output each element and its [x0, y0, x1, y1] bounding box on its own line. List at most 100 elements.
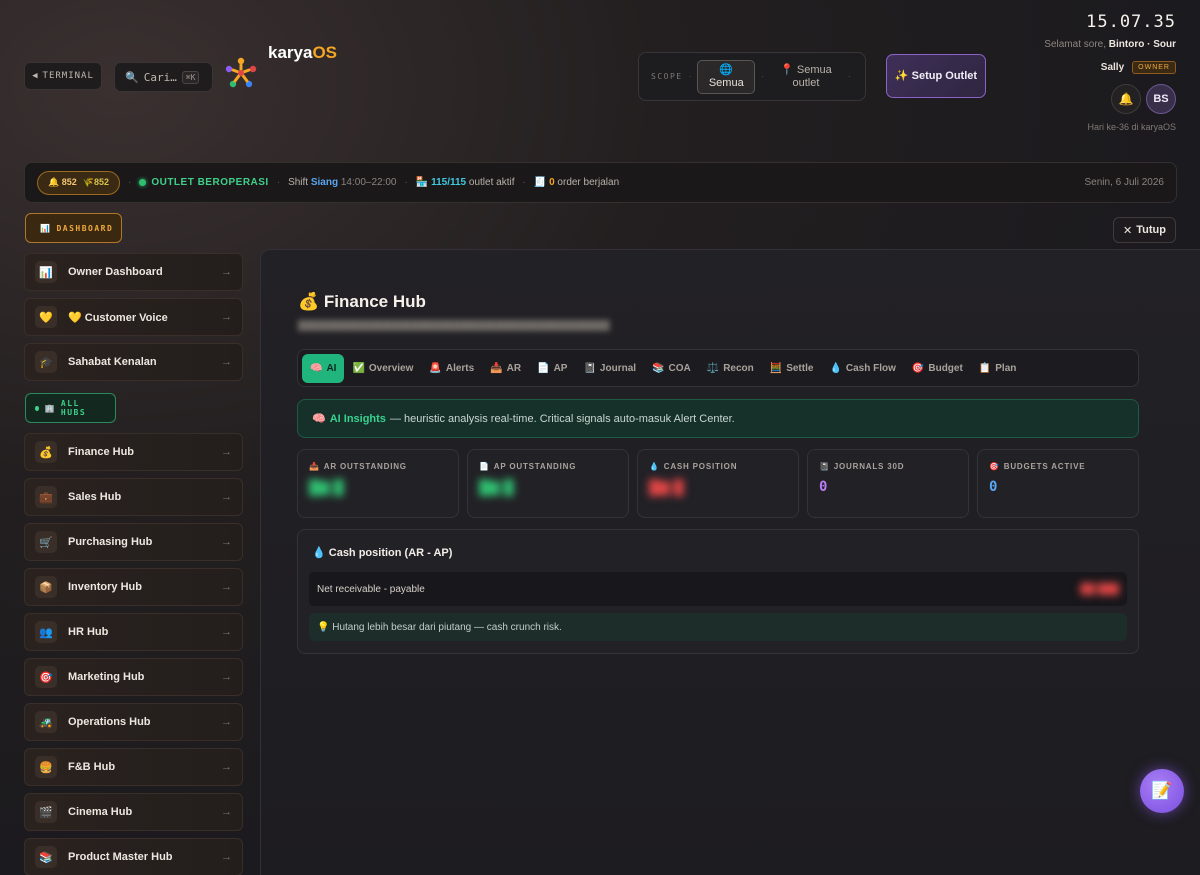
document-icon: 📄	[537, 362, 550, 374]
sidebar-item-label: Purchasing Hub	[68, 536, 153, 548]
pin-icon: 📍	[780, 63, 794, 76]
kpi-budgets-active[interactable]: 🎯 BUDGETS ACTIVE 0	[977, 449, 1139, 518]
graduation-cap-icon: 🎓	[35, 351, 57, 373]
avatar[interactable]: BS	[1146, 84, 1176, 114]
order-suffix: order berjalan	[557, 177, 620, 188]
chart-icon: 📊	[35, 261, 57, 283]
page-subtitle-redacted: ████████████████████████████████████████…	[298, 320, 610, 331]
target-icon: 🎯	[989, 462, 1000, 471]
money-bag-icon: 💰	[35, 441, 57, 463]
scope-all-button[interactable]: 🌐 Semua	[697, 59, 756, 94]
notebook-icon: 📓	[819, 462, 830, 471]
status-date: Senin, 6 Juli 2026	[1084, 177, 1164, 188]
sidebar-item-cinema-hub[interactable]: 🎬 Cinema Hub →	[24, 793, 243, 831]
kpi-value-redacted: █▇ █	[309, 479, 344, 495]
separator: ·	[522, 177, 526, 188]
brand-suffix: OS	[312, 43, 337, 62]
sidebar-item-customer-voice[interactable]: 💛 💛 Customer Voice →	[24, 298, 243, 336]
brand-name[interactable]: karyaOS	[268, 43, 337, 63]
kpi-label-text: AP OUTSTANDING	[493, 462, 577, 471]
kpi-journals-30d[interactable]: 📓 JOURNALS 30D 0	[807, 449, 969, 518]
kpi-label: 📥 AR OUTSTANDING	[309, 462, 447, 471]
clock: 15.07.35	[1086, 12, 1176, 32]
document-icon: 📄	[479, 462, 490, 471]
tab-ar[interactable]: 📥 AR	[482, 354, 529, 383]
section-dashboard[interactable]: 📊 DASHBOARD	[25, 213, 122, 243]
tab-label: Budget	[928, 362, 963, 374]
ai-insights-text: — heuristic analysis real-time. Critical…	[389, 412, 735, 425]
sidebar-item-sahabat-kenalan[interactable]: 🎓 Sahabat Kenalan →	[24, 343, 243, 381]
sidebar-item-fnb-hub[interactable]: 🍔 F&B Hub →	[24, 748, 243, 786]
notifications-button[interactable]: 🔔	[1111, 84, 1141, 114]
sidebar-item-label: 💛 Customer Voice	[68, 311, 168, 324]
kpi-value-redacted: █▇ █	[479, 479, 514, 495]
tab-plan[interactable]: 📋 Plan	[971, 354, 1025, 383]
tab-label: Settle	[786, 362, 814, 374]
tab-budget[interactable]: 🎯 Budget	[904, 354, 971, 383]
tab-recon[interactable]: ⚖️ Recon	[699, 354, 762, 383]
kpi-ar-outstanding[interactable]: 📥 AR OUTSTANDING █▇ █	[297, 449, 459, 518]
tab-label: Recon	[723, 362, 754, 374]
arrow-right-icon: →	[221, 266, 232, 278]
terminal-label: TERMINAL	[42, 71, 94, 81]
quick-note-button[interactable]: 📝	[1140, 769, 1184, 813]
shift-name: Siang	[310, 177, 339, 188]
tab-ap[interactable]: 📄 AP	[529, 354, 575, 383]
tab-label: AR	[506, 362, 522, 374]
tab-coa[interactable]: 📚 COA	[644, 354, 699, 383]
sidebar-item-inventory-hub[interactable]: 📦 Inventory Hub →	[24, 568, 243, 606]
sidebar-item-hr-hub[interactable]: 👥 HR Hub →	[24, 613, 243, 651]
tab-label: COA	[668, 362, 691, 374]
top-bar: ◀ TERMINAL 🔍 Cari… ⌘K karyaOS SCOPE · 🌐 …	[0, 0, 1200, 150]
kpi-cash-position[interactable]: 💧 CASH POSITION █▇ █	[637, 449, 799, 518]
close-button[interactable]: ✕ Tutup	[1113, 217, 1176, 243]
setup-outlet-label: ✨ Setup Outlet	[894, 70, 978, 82]
arrow-right-icon: →	[221, 311, 232, 323]
tab-ai[interactable]: 🧠 AI	[302, 353, 345, 383]
kpi-value: 0	[989, 479, 998, 495]
karyaos-logo-icon[interactable]	[224, 56, 258, 90]
scope-separator: ·	[688, 72, 692, 81]
tab-label: Plan	[995, 362, 1017, 374]
search-input[interactable]: 🔍 Cari… ⌘K	[114, 62, 213, 92]
section-all-hubs[interactable]: 🏢 ALL HUBS	[25, 393, 116, 423]
arrow-right-icon: →	[221, 851, 232, 863]
sidebar-item-finance-hub[interactable]: 💰 Finance Hub →	[24, 433, 243, 471]
tab-journal[interactable]: 📓 Journal	[575, 354, 644, 383]
sidebar-item-label: Owner Dashboard	[68, 266, 163, 278]
order-count: 0	[549, 177, 555, 188]
search-placeholder: Cari…	[143, 70, 177, 84]
sidebar-item-label: F&B Hub	[68, 761, 116, 773]
heart-icon: 💛	[35, 306, 57, 328]
tab-settle[interactable]: 🧮 Settle	[762, 354, 822, 383]
scope-outlet-button[interactable]: 📍 Semua outlet	[770, 64, 842, 90]
tab-overview[interactable]: ✅ Overview	[344, 354, 421, 383]
section-dashboard-label: DASHBOARD	[56, 223, 114, 233]
kpi-value: 0	[819, 479, 828, 495]
sidebar-item-operations-hub[interactable]: 🚜 Operations Hub →	[24, 703, 243, 741]
shift-prefix: Shift	[288, 177, 309, 188]
kpi-ap-outstanding[interactable]: 📄 AP OUTSTANDING █▇ █	[467, 449, 629, 518]
sidebar-item-sales-hub[interactable]: 💼 Sales Hub →	[24, 478, 243, 516]
sidebar-item-label: Sales Hub	[68, 491, 122, 503]
tab-label: AI	[326, 362, 337, 374]
cash-position-card: 💧 Cash position (AR - AP) Net receivable…	[297, 529, 1139, 654]
live-status-dot-icon	[139, 179, 147, 186]
sidebar-item-marketing-hub[interactable]: 🎯 Marketing Hub →	[24, 658, 243, 696]
sidebar-item-product-master-hub[interactable]: 📚 Product Master Hub →	[24, 838, 243, 875]
brain-icon: 🧠	[310, 362, 323, 374]
notebook-icon: 📓	[583, 362, 596, 374]
arrow-right-icon: →	[221, 761, 232, 773]
sidebar-item-owner-dashboard[interactable]: 📊 Owner Dashboard →	[24, 253, 243, 291]
points-badge[interactable]: 🔔 852 🌾852	[37, 170, 120, 195]
abacus-icon: 🧮	[769, 362, 783, 374]
kpi-label: 📄 AP OUTSTANDING	[479, 462, 617, 471]
briefcase-icon: 💼	[35, 486, 57, 508]
sidebar-item-purchasing-hub[interactable]: 🛒 Purchasing Hub →	[24, 523, 243, 561]
scope-separator: ·	[847, 72, 851, 81]
terminal-button[interactable]: ◀ TERMINAL	[24, 62, 102, 90]
tab-cash-flow[interactable]: 💧 Cash Flow	[821, 354, 903, 383]
setup-outlet-button[interactable]: ✨ Setup Outlet	[886, 54, 986, 98]
tab-alerts[interactable]: 🚨 Alerts	[421, 354, 482, 383]
section-all-hubs-label: ALL HUBS	[60, 399, 87, 417]
